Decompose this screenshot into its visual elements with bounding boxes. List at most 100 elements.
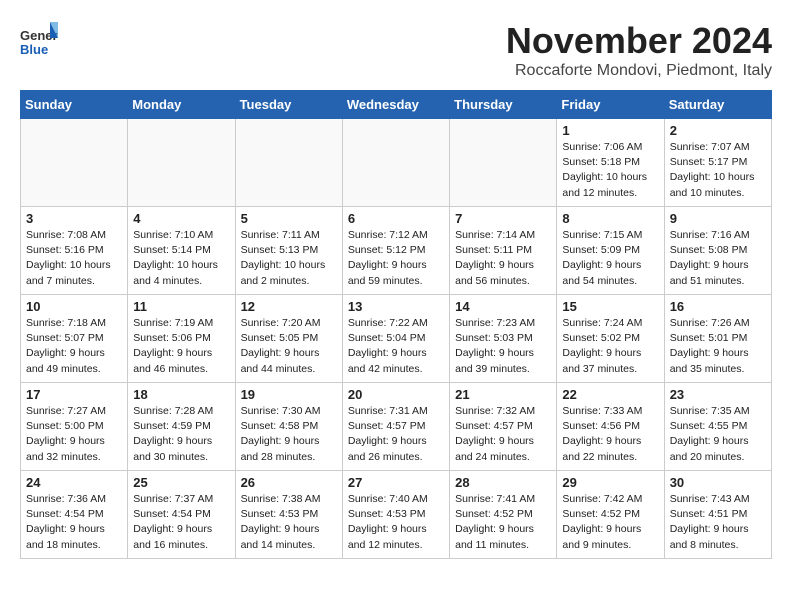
logo: General Blue bbox=[20, 20, 64, 58]
day-number: 11 bbox=[133, 299, 229, 314]
day-info: Sunrise: 7:07 AM Sunset: 5:17 PM Dayligh… bbox=[670, 140, 766, 201]
day-number: 14 bbox=[455, 299, 551, 314]
day-info: Sunrise: 7:08 AM Sunset: 5:16 PM Dayligh… bbox=[26, 228, 122, 289]
day-info: Sunrise: 7:15 AM Sunset: 5:09 PM Dayligh… bbox=[562, 228, 658, 289]
calendar-cell: 3 Sunrise: 7:08 AM Sunset: 5:16 PM Daylig… bbox=[21, 207, 128, 295]
day-number: 9 bbox=[670, 211, 766, 226]
day-number: 19 bbox=[241, 387, 337, 402]
weekday-header-row: SundayMondayTuesdayWednesdayThursdayFrid… bbox=[21, 91, 772, 119]
day-info: Sunrise: 7:43 AM Sunset: 4:51 PM Dayligh… bbox=[670, 492, 766, 553]
day-info: Sunrise: 7:22 AM Sunset: 5:04 PM Dayligh… bbox=[348, 316, 444, 377]
calendar-cell: 30 Sunrise: 7:43 AM Sunset: 4:51 PM Dayli… bbox=[664, 471, 771, 559]
weekday-header-tuesday: Tuesday bbox=[235, 91, 342, 119]
week-row-5: 24 Sunrise: 7:36 AM Sunset: 4:54 PM Dayli… bbox=[21, 471, 772, 559]
week-row-1: 1 Sunrise: 7:06 AM Sunset: 5:18 PM Daylig… bbox=[21, 119, 772, 207]
calendar-cell: 26Sunrise: 7:38 AM Sunset: 4:53 PM Dayli… bbox=[235, 471, 342, 559]
calendar-cell: 1 Sunrise: 7:06 AM Sunset: 5:18 PM Daylig… bbox=[557, 119, 664, 207]
day-info: Sunrise: 7:24 AM Sunset: 5:02 PM Dayligh… bbox=[562, 316, 658, 377]
day-number: 2 bbox=[670, 123, 766, 138]
weekday-header-monday: Monday bbox=[128, 91, 235, 119]
weekday-header-wednesday: Wednesday bbox=[342, 91, 449, 119]
calendar-cell: 24 Sunrise: 7:36 AM Sunset: 4:54 PM Dayli… bbox=[21, 471, 128, 559]
day-info: Sunrise: 7:26 AM Sunset: 5:01 PM Dayligh… bbox=[670, 316, 766, 377]
week-row-2: 3 Sunrise: 7:08 AM Sunset: 5:16 PM Daylig… bbox=[21, 207, 772, 295]
calendar-cell: 16 Sunrise: 7:26 AM Sunset: 5:01 PM Dayli… bbox=[664, 295, 771, 383]
day-number: 24 bbox=[26, 475, 122, 490]
calendar-cell bbox=[235, 119, 342, 207]
day-number: 25 bbox=[133, 475, 229, 490]
calendar-cell: 18 Sunrise: 7:28 AM Sunset: 4:59 PM Dayli… bbox=[128, 383, 235, 471]
month-title: November 2024 bbox=[506, 20, 772, 62]
calendar-cell: 15 Sunrise: 7:24 AM Sunset: 5:02 PM Dayli… bbox=[557, 295, 664, 383]
page-header: General Blue November 2024 Roccaforte Mo… bbox=[20, 20, 772, 80]
title-block: November 2024 Roccaforte Mondovi, Piedmo… bbox=[506, 20, 772, 80]
day-number: 8 bbox=[562, 211, 658, 226]
location: Roccaforte Mondovi, Piedmont, Italy bbox=[506, 62, 772, 80]
day-number: 15 bbox=[562, 299, 658, 314]
day-info: Sunrise: 7:06 AM Sunset: 5:18 PM Dayligh… bbox=[562, 140, 658, 201]
calendar-cell: 29 Sunrise: 7:42 AM Sunset: 4:52 PM Dayli… bbox=[557, 471, 664, 559]
calendar-cell bbox=[342, 119, 449, 207]
day-info: Sunrise: 7:28 AM Sunset: 4:59 PM Dayligh… bbox=[133, 404, 229, 465]
calendar-cell bbox=[450, 119, 557, 207]
day-info: Sunrise: 7:33 AM Sunset: 4:56 PM Dayligh… bbox=[562, 404, 658, 465]
calendar-cell: 5Sunrise: 7:11 AM Sunset: 5:13 PM Daylig… bbox=[235, 207, 342, 295]
svg-text:Blue: Blue bbox=[20, 42, 48, 57]
calendar-cell: 12Sunrise: 7:20 AM Sunset: 5:05 PM Dayli… bbox=[235, 295, 342, 383]
day-number: 18 bbox=[133, 387, 229, 402]
calendar-cell bbox=[128, 119, 235, 207]
calendar-cell: 17 Sunrise: 7:27 AM Sunset: 5:00 PM Dayli… bbox=[21, 383, 128, 471]
calendar-cell: 28Sunrise: 7:41 AM Sunset: 4:52 PM Dayli… bbox=[450, 471, 557, 559]
day-number: 12 bbox=[241, 299, 337, 314]
day-info: Sunrise: 7:19 AM Sunset: 5:06 PM Dayligh… bbox=[133, 316, 229, 377]
day-info: Sunrise: 7:27 AM Sunset: 5:00 PM Dayligh… bbox=[26, 404, 122, 465]
day-info: Sunrise: 7:14 AM Sunset: 5:11 PM Dayligh… bbox=[455, 228, 551, 289]
calendar-cell: 20Sunrise: 7:31 AM Sunset: 4:57 PM Dayli… bbox=[342, 383, 449, 471]
day-info: Sunrise: 7:37 AM Sunset: 4:54 PM Dayligh… bbox=[133, 492, 229, 553]
calendar-cell: 27 Sunrise: 7:40 AM Sunset: 4:53 PM Dayli… bbox=[342, 471, 449, 559]
calendar-cell: 6 Sunrise: 7:12 AM Sunset: 5:12 PM Daylig… bbox=[342, 207, 449, 295]
weekday-header-thursday: Thursday bbox=[450, 91, 557, 119]
day-number: 27 bbox=[348, 475, 444, 490]
day-number: 3 bbox=[26, 211, 122, 226]
day-info: Sunrise: 7:42 AM Sunset: 4:52 PM Dayligh… bbox=[562, 492, 658, 553]
day-info: Sunrise: 7:12 AM Sunset: 5:12 PM Dayligh… bbox=[348, 228, 444, 289]
day-info: Sunrise: 7:10 AM Sunset: 5:14 PM Dayligh… bbox=[133, 228, 229, 289]
day-info: Sunrise: 7:16 AM Sunset: 5:08 PM Dayligh… bbox=[670, 228, 766, 289]
calendar-cell: 11 Sunrise: 7:19 AM Sunset: 5:06 PM Dayli… bbox=[128, 295, 235, 383]
logo-icon: General Blue bbox=[20, 20, 58, 58]
calendar-cell: 22Sunrise: 7:33 AM Sunset: 4:56 PM Dayli… bbox=[557, 383, 664, 471]
day-number: 26 bbox=[241, 475, 337, 490]
day-info: Sunrise: 7:18 AM Sunset: 5:07 PM Dayligh… bbox=[26, 316, 122, 377]
day-number: 29 bbox=[562, 475, 658, 490]
day-number: 16 bbox=[670, 299, 766, 314]
day-number: 21 bbox=[455, 387, 551, 402]
day-info: Sunrise: 7:23 AM Sunset: 5:03 PM Dayligh… bbox=[455, 316, 551, 377]
calendar-cell: 23 Sunrise: 7:35 AM Sunset: 4:55 PM Dayli… bbox=[664, 383, 771, 471]
day-info: Sunrise: 7:41 AM Sunset: 4:52 PM Dayligh… bbox=[455, 492, 551, 553]
day-number: 13 bbox=[348, 299, 444, 314]
day-number: 6 bbox=[348, 211, 444, 226]
day-number: 17 bbox=[26, 387, 122, 402]
calendar-cell: 10Sunrise: 7:18 AM Sunset: 5:07 PM Dayli… bbox=[21, 295, 128, 383]
calendar-cell: 19Sunrise: 7:30 AM Sunset: 4:58 PM Dayli… bbox=[235, 383, 342, 471]
day-number: 7 bbox=[455, 211, 551, 226]
day-number: 1 bbox=[562, 123, 658, 138]
week-row-4: 17 Sunrise: 7:27 AM Sunset: 5:00 PM Dayli… bbox=[21, 383, 772, 471]
calendar-cell: 9 Sunrise: 7:16 AM Sunset: 5:08 PM Daylig… bbox=[664, 207, 771, 295]
calendar-cell: 4Sunrise: 7:10 AM Sunset: 5:14 PM Daylig… bbox=[128, 207, 235, 295]
day-number: 23 bbox=[670, 387, 766, 402]
day-info: Sunrise: 7:35 AM Sunset: 4:55 PM Dayligh… bbox=[670, 404, 766, 465]
day-number: 5 bbox=[241, 211, 337, 226]
day-info: Sunrise: 7:40 AM Sunset: 4:53 PM Dayligh… bbox=[348, 492, 444, 553]
day-number: 30 bbox=[670, 475, 766, 490]
day-info: Sunrise: 7:36 AM Sunset: 4:54 PM Dayligh… bbox=[26, 492, 122, 553]
calendar-table: SundayMondayTuesdayWednesdayThursdayFrid… bbox=[20, 90, 772, 559]
calendar-cell: 8 Sunrise: 7:15 AM Sunset: 5:09 PM Daylig… bbox=[557, 207, 664, 295]
calendar-cell: 14 Sunrise: 7:23 AM Sunset: 5:03 PM Dayli… bbox=[450, 295, 557, 383]
calendar-cell: 2 Sunrise: 7:07 AM Sunset: 5:17 PM Daylig… bbox=[664, 119, 771, 207]
weekday-header-sunday: Sunday bbox=[21, 91, 128, 119]
calendar-cell: 25 Sunrise: 7:37 AM Sunset: 4:54 PM Dayli… bbox=[128, 471, 235, 559]
weekday-header-friday: Friday bbox=[557, 91, 664, 119]
calendar-cell: 21Sunrise: 7:32 AM Sunset: 4:57 PM Dayli… bbox=[450, 383, 557, 471]
